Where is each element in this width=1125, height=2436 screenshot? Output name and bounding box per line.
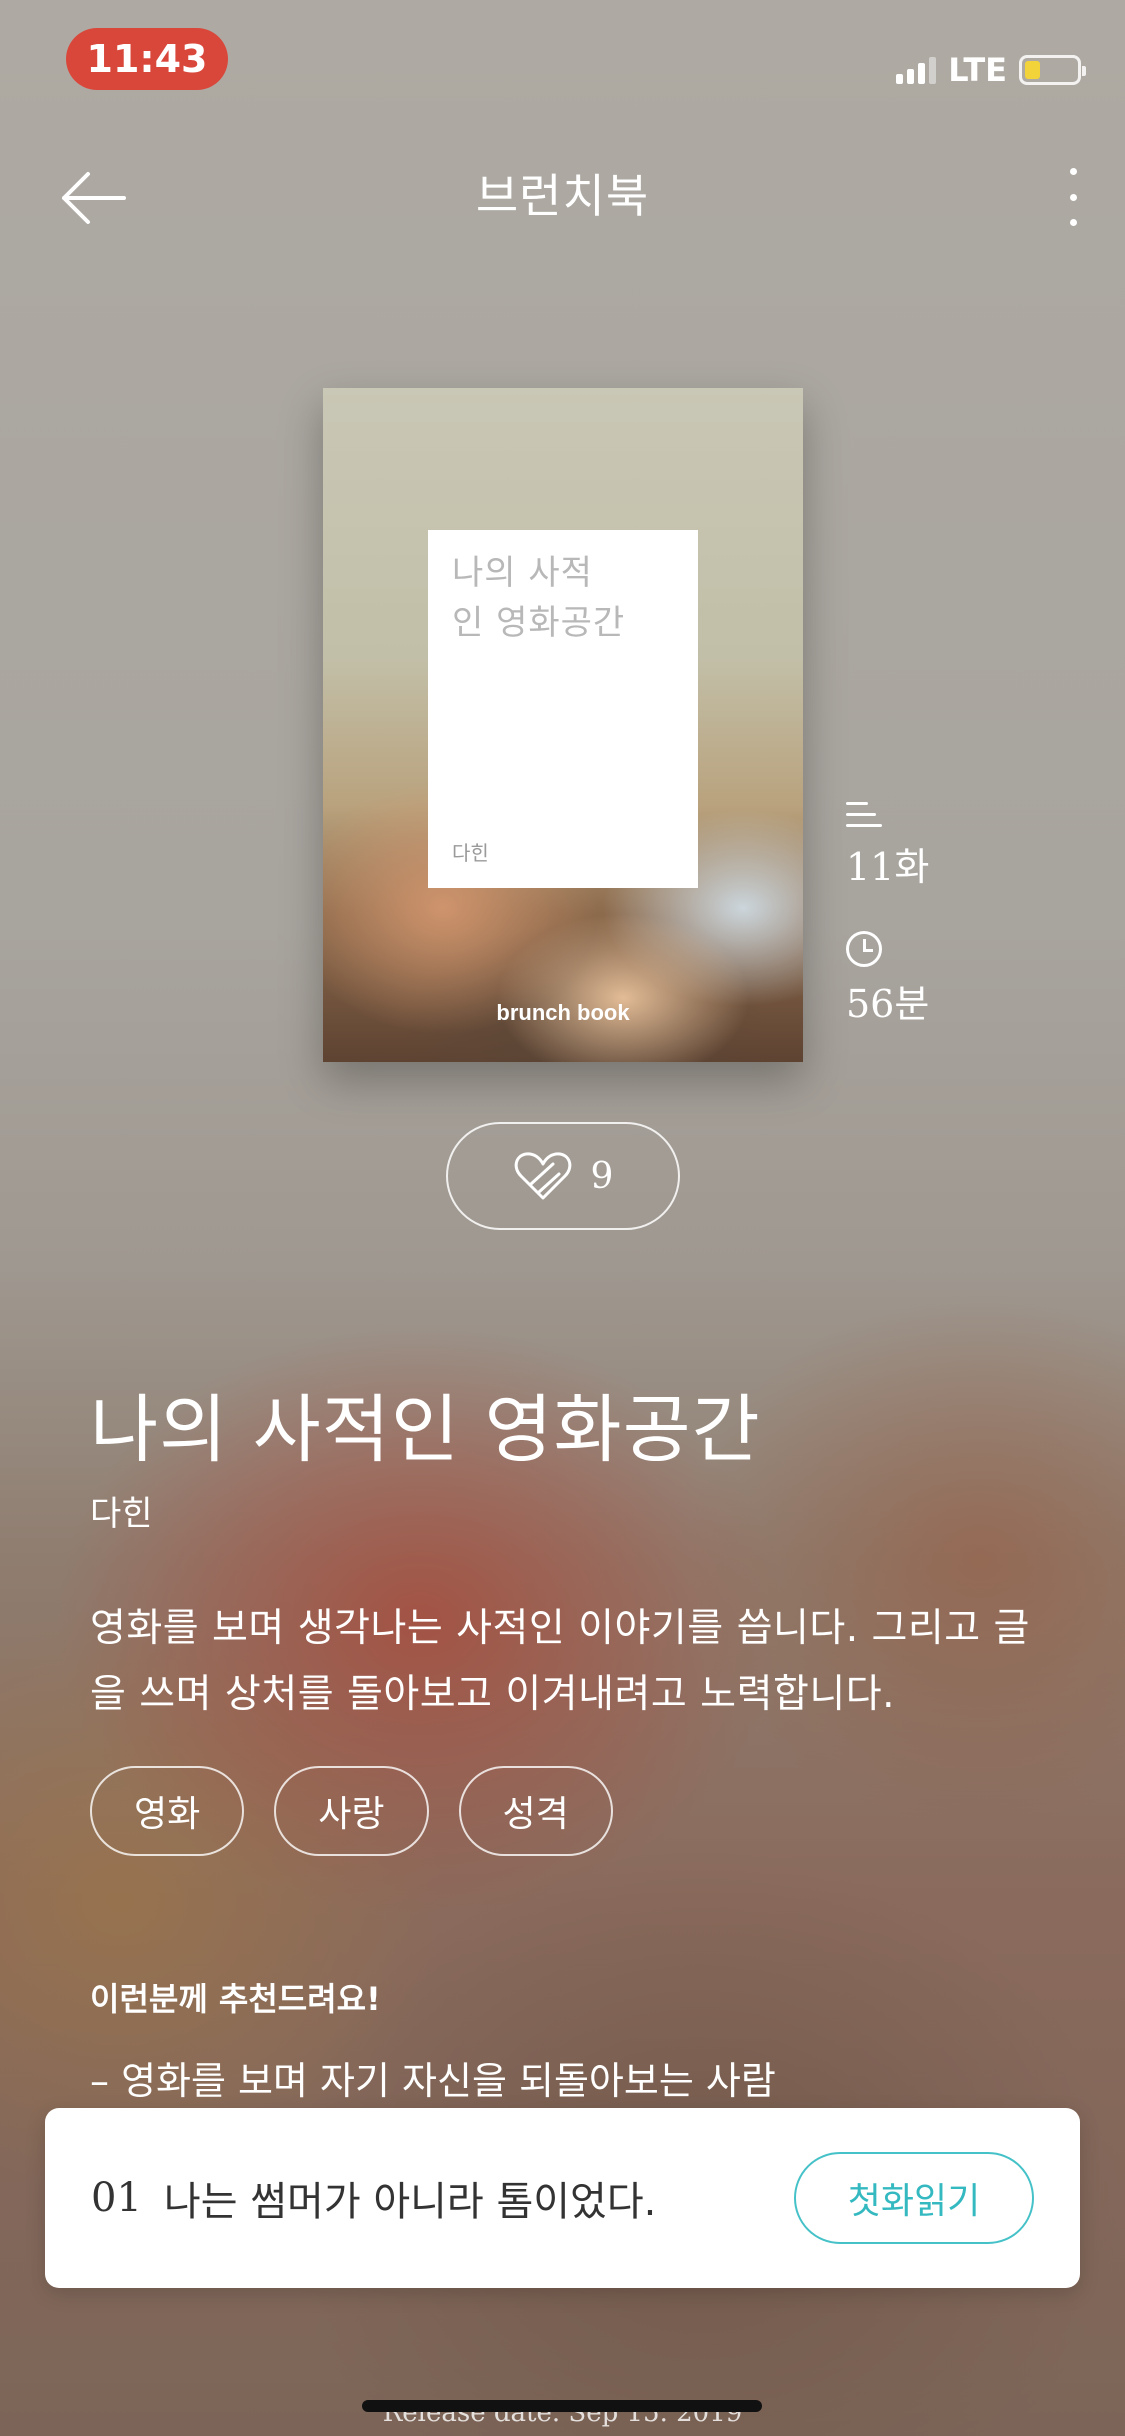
like-count: 9 <box>590 1155 614 1197</box>
tag-love[interactable]: 사랑 <box>274 1766 429 1856</box>
book-description: 영화를 보며 생각나는 사적인 이야기를 씁니다. 그리고 글을 쓰며 상처를 … <box>90 1606 1030 1717</box>
heart-icon <box>514 1152 571 1200</box>
cover-author: 다힌 <box>452 841 489 865</box>
page-title: 브런치북 <box>475 169 650 223</box>
home-indicator <box>362 2400 762 2412</box>
tag-movie[interactable]: 영화 <box>90 1766 245 1856</box>
book-author[interactable]: 다힌 <box>90 1486 153 1535</box>
episode-number: 01 <box>91 2175 142 2221</box>
more-options-button[interactable] <box>1061 162 1085 232</box>
cover-title-panel: 나의 사적 인 영화공간 다힌 <box>428 530 698 888</box>
cover-title: 나의 사적 인 영화공간 <box>452 553 626 643</box>
read-first-episode-button[interactable]: 첫화읽기 <box>794 2152 1034 2244</box>
status-indicators: LTE <box>896 50 1086 90</box>
read-time-stat: 56분 <box>846 931 929 1028</box>
book-cover[interactable]: 나의 사적 인 영화공간 다힌 brunch book <box>323 388 803 1062</box>
cover-brand-logo: brunch book <box>496 1000 630 1025</box>
episode-count-stat: 11화 <box>846 800 929 891</box>
dot-icon <box>1069 219 1077 226</box>
status-time: 11:43 <box>66 28 228 90</box>
like-button[interactable]: 9 <box>446 1122 680 1230</box>
tag-list: 영화 사랑 성격 <box>90 1766 613 1856</box>
clock-icon <box>846 931 882 967</box>
network-label: LTE <box>948 51 1007 89</box>
first-episode-card[interactable]: 01 나는 썸머가 아니라 톰이었다. 첫화읽기 <box>45 2108 1080 2288</box>
signal-icon <box>896 56 937 84</box>
tag-personality[interactable]: 성격 <box>458 1766 613 1856</box>
dot-icon <box>1069 168 1077 175</box>
recommend-heading: 이런분께 추천드려요! <box>90 1980 381 2018</box>
book-title: 나의 사적인 영화공간 <box>90 1387 761 1473</box>
episode-count: 11화 <box>846 845 930 889</box>
list-icon <box>846 800 882 830</box>
episode-title: 나는 썸머가 아니라 톰이었다. <box>163 2179 657 2225</box>
read-time: 56분 <box>846 982 930 1026</box>
battery-icon <box>1019 55 1086 85</box>
dot-icon <box>1069 193 1077 201</box>
book-stats: 11화 56분 <box>846 800 929 1068</box>
recommend-item: – 영화를 보며 자기 자신을 되돌아보는 사람 <box>90 2059 776 2103</box>
